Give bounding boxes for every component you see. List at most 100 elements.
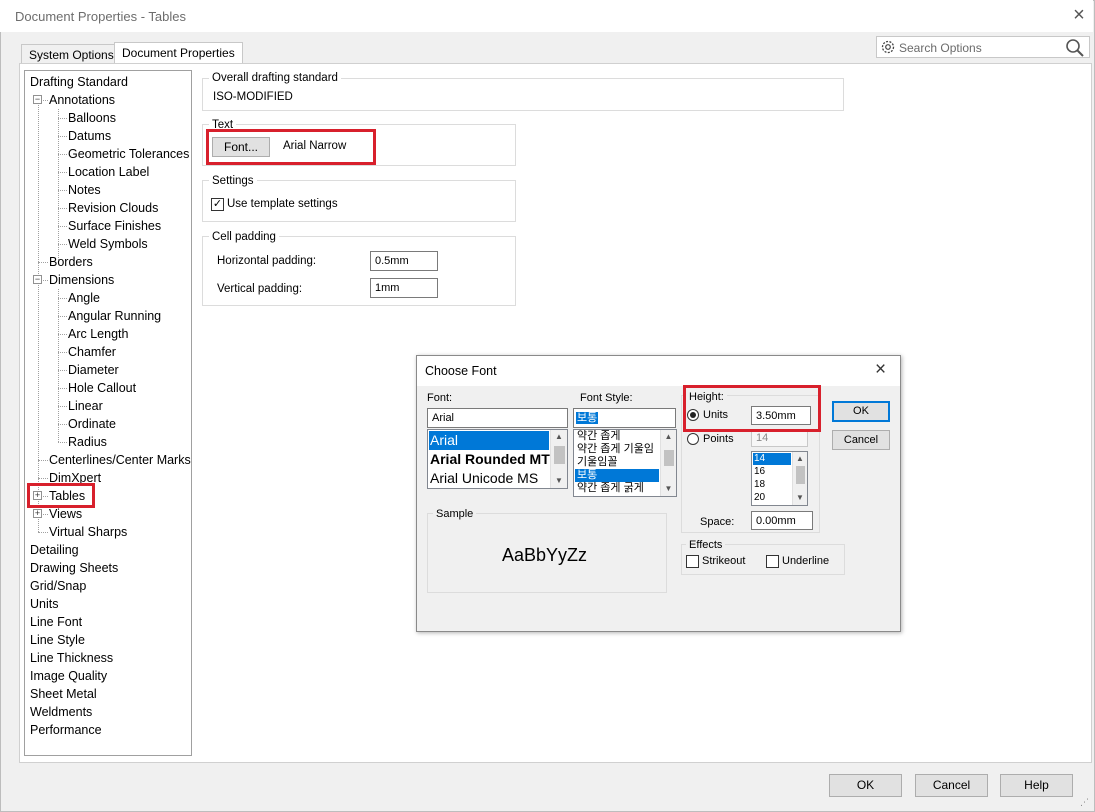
points-item[interactable]: 14	[753, 453, 791, 465]
tree-item-surface-finishes[interactable]: Surface Finishes	[68, 217, 161, 235]
tree-item-borders[interactable]: Borders	[49, 253, 93, 271]
font-list-item[interactable]: Arial Unicode MS	[429, 469, 538, 488]
overall-standard-value: ISO-MODIFIED	[213, 91, 293, 103]
tree-item-hole-callout[interactable]: Hole Callout	[68, 379, 136, 397]
resize-grip-icon[interactable]: ⋰	[1080, 797, 1092, 809]
tree-item-weldments[interactable]: Weldments	[30, 703, 92, 721]
points-item[interactable]: 16	[753, 466, 765, 478]
search-input[interactable]: Search Options	[899, 41, 982, 55]
use-template-checkbox[interactable]: ✓	[211, 198, 224, 211]
tree-item-dimensions[interactable]: Dimensions	[49, 271, 114, 289]
scroll-up-icon[interactable]: ▲	[793, 454, 807, 463]
tab-document-properties[interactable]: Document Properties	[114, 42, 243, 64]
font-input[interactable]: Arial	[427, 408, 568, 428]
scroll-thumb[interactable]	[796, 466, 805, 484]
scroll-down-icon[interactable]: ▼	[551, 476, 567, 485]
tree-item-weld-symbols[interactable]: Weld Symbols	[68, 235, 148, 253]
scroll-thumb[interactable]	[664, 450, 674, 466]
collapse-icon[interactable]: −	[33, 95, 42, 104]
tree-item-grid-snap[interactable]: Grid/Snap	[30, 577, 86, 595]
tree-item-linear[interactable]: Linear	[68, 397, 103, 415]
tree-item-location-label[interactable]: Location Label	[68, 163, 149, 181]
dialog-ok-button[interactable]: OK	[832, 401, 890, 422]
strikeout-checkbox[interactable]	[686, 555, 699, 568]
tree-item-balloons[interactable]: Balloons	[68, 109, 116, 127]
gear-icon[interactable]	[880, 39, 896, 58]
tree-item-arc-length[interactable]: Arc Length	[68, 325, 128, 343]
scroll-down-icon[interactable]: ▼	[661, 484, 676, 493]
search-icon[interactable]	[1065, 38, 1085, 61]
font-style-item[interactable]: 약간 좁게	[575, 430, 621, 443]
font-style-item[interactable]: 기울임꼴	[575, 456, 617, 469]
tree-item-sheet-metal[interactable]: Sheet Metal	[30, 685, 97, 703]
tree-item-line-thickness[interactable]: Line Thickness	[30, 649, 113, 667]
search-options-box[interactable]: Search Options	[876, 36, 1090, 58]
tree-item-virtual-sharps[interactable]: Virtual Sharps	[49, 523, 127, 541]
expand-icon[interactable]: +	[33, 509, 42, 518]
overall-standard-title: Overall drafting standard	[209, 72, 341, 84]
font-list[interactable]: Arial Arial Rounded MT Arial Unicode MS …	[427, 429, 568, 489]
underline-label: Underline	[782, 555, 830, 567]
font-style-item[interactable]: 보통	[575, 469, 659, 482]
overall-standard-group: Overall drafting standard ISO-MODIFIED	[202, 72, 844, 111]
dialog-cancel-button[interactable]: Cancel	[832, 430, 890, 450]
sample-title: Sample	[433, 508, 477, 520]
close-icon[interactable]: ×	[1068, 4, 1090, 26]
font-label: Font:	[427, 392, 453, 404]
points-item[interactable]: 20	[753, 492, 765, 504]
tree-item-datums[interactable]: Datums	[68, 127, 111, 145]
font-list-scrollbar[interactable]: ▲ ▼	[550, 430, 567, 488]
tree-item-diameter[interactable]: Diameter	[68, 361, 119, 379]
points-list[interactable]: 14 16 18 20 ▲ ▼	[751, 451, 808, 506]
tree-item-notes[interactable]: Notes	[68, 181, 101, 199]
tab-system-options[interactable]: System Options	[21, 44, 122, 64]
scroll-down-icon[interactable]: ▼	[793, 493, 807, 502]
points-label: Points	[703, 433, 734, 445]
scroll-up-icon[interactable]: ▲	[551, 432, 567, 441]
font-style-item[interactable]: 약간 좁게 기울임	[575, 443, 654, 456]
tree-item-performance[interactable]: Performance	[30, 721, 102, 739]
tree-item-drawing-sheets[interactable]: Drawing Sheets	[30, 559, 118, 577]
tree-item-units[interactable]: Units	[30, 595, 58, 613]
font-style-scrollbar[interactable]: ▲ ▼	[660, 430, 676, 496]
horizontal-padding-input[interactable]: 0.5mm	[370, 251, 438, 271]
points-scrollbar[interactable]: ▲ ▼	[792, 452, 807, 505]
tree-item-radius[interactable]: Radius	[68, 433, 107, 451]
underline-checkbox[interactable]	[766, 555, 779, 568]
points-input[interactable]: 14	[751, 430, 808, 447]
tree-item-revision-clouds[interactable]: Revision Clouds	[68, 199, 158, 217]
tree-item-angular-running[interactable]: Angular Running	[68, 307, 161, 325]
tree-item-annotations[interactable]: Annotations	[49, 91, 115, 109]
font-list-item[interactable]: Arial Rounded MT	[429, 450, 550, 469]
tree-item-centerlines-center-marks[interactable]: Centerlines/Center Marks	[49, 451, 191, 469]
tree-item-angle[interactable]: Angle	[68, 289, 100, 307]
help-button[interactable]: Help	[1000, 774, 1073, 797]
scroll-thumb[interactable]	[554, 446, 565, 464]
dialog-close-icon[interactable]: ×	[875, 359, 886, 381]
font-style-input[interactable]: 보통	[573, 408, 676, 428]
use-template-label: Use template settings	[227, 198, 338, 210]
font-style-list[interactable]: 약간 좁게 약간 좁게 기울임 기울임꼴 보통 약간 좁게 굵게 ▲ ▼	[573, 429, 677, 497]
tree-item-line-font[interactable]: Line Font	[30, 613, 82, 631]
tree-item-line-style[interactable]: Line Style	[30, 631, 85, 649]
choose-font-dialog: Choose Font × Font: Arial Arial Arial Ro…	[416, 355, 901, 632]
space-input[interactable]: 0.00mm	[751, 511, 813, 530]
scroll-up-icon[interactable]: ▲	[661, 432, 676, 441]
points-radio[interactable]	[687, 433, 699, 445]
vertical-padding-input[interactable]: 1mm	[370, 278, 438, 298]
collapse-icon[interactable]: −	[33, 275, 42, 284]
font-list-item[interactable]: Arial	[429, 431, 549, 450]
tree-item-detailing[interactable]: Detailing	[30, 541, 79, 559]
tree-item-image-quality[interactable]: Image Quality	[30, 667, 107, 685]
cell-padding-title: Cell padding	[209, 231, 279, 243]
tree-item-drafting-standard[interactable]: Drafting Standard	[30, 73, 128, 91]
ok-button[interactable]: OK	[829, 774, 902, 797]
cancel-button[interactable]: Cancel	[915, 774, 988, 797]
tree-item-geometric-tolerances[interactable]: Geometric Tolerances	[68, 145, 189, 163]
font-style-item[interactable]: 약간 좁게 굵게	[575, 482, 644, 495]
highlight-font-box	[206, 129, 376, 165]
horizontal-padding-label: Horizontal padding:	[217, 255, 317, 267]
points-item[interactable]: 18	[753, 479, 765, 491]
tree-item-chamfer[interactable]: Chamfer	[68, 343, 116, 361]
tree-item-ordinate[interactable]: Ordinate	[68, 415, 116, 433]
